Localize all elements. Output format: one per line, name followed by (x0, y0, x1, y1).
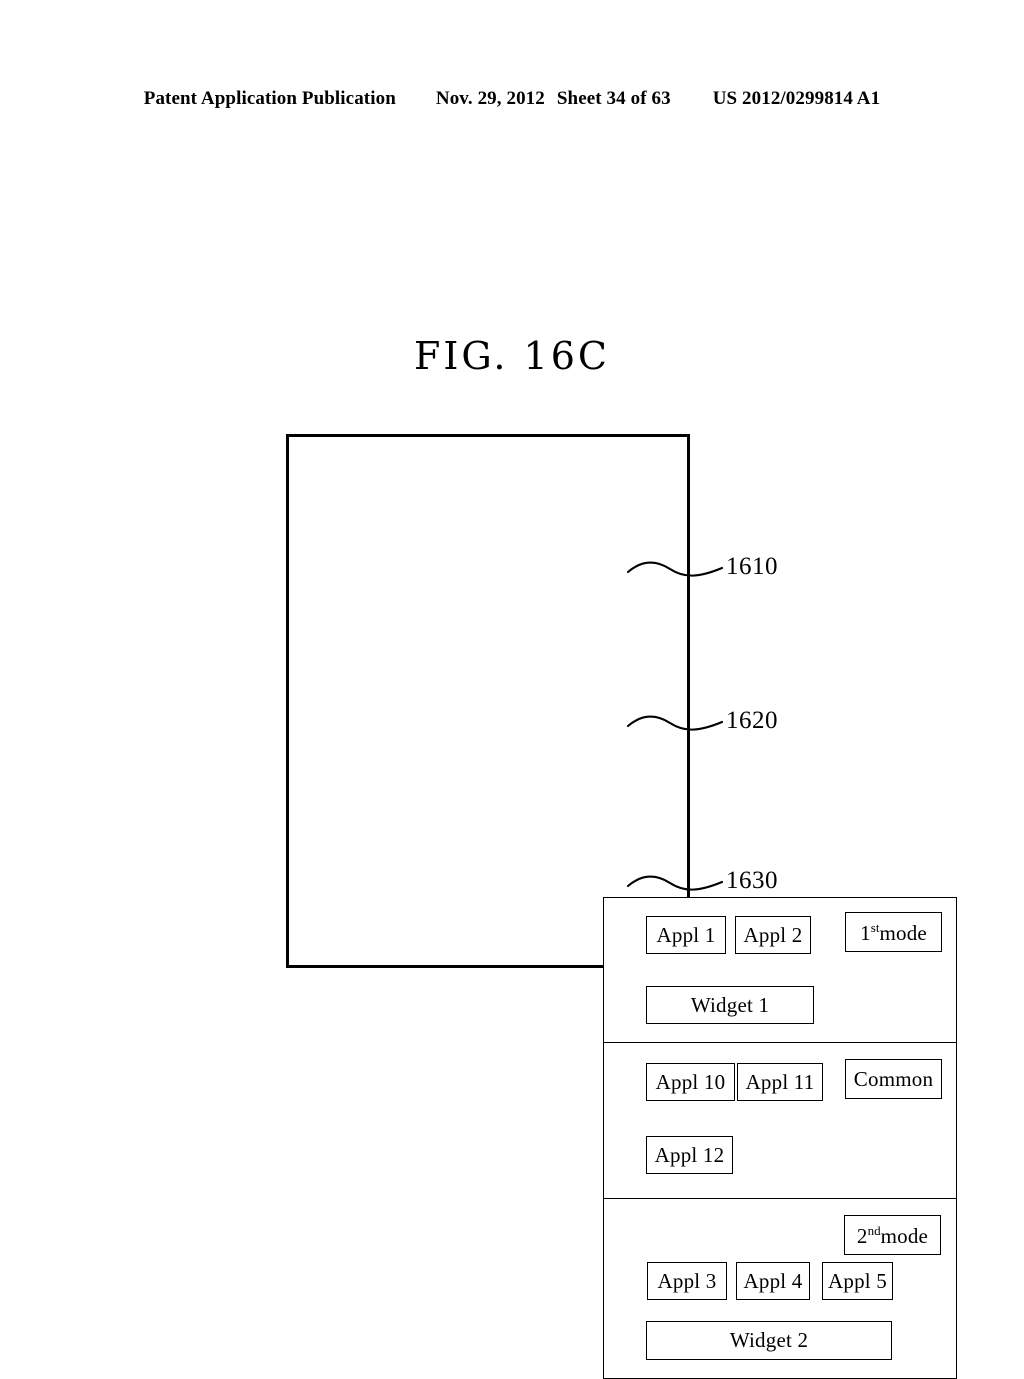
diagram-section-first-mode: Appl 1 Appl 2 1stmode Widget 1 (604, 898, 956, 1042)
diagram-outer-frame: Appl 1 Appl 2 1stmode Widget 1 Appl 10 A… (286, 434, 957, 1379)
reference-numeral-1630: 1630 (726, 867, 778, 894)
mode-label-box-common: Common (845, 1059, 942, 1099)
reference-numeral-1610: 1610 (726, 553, 778, 580)
mode-ordinal-suffix-second: nd (867, 1222, 881, 1238)
mode-ordinal-number-first: 1 (860, 920, 871, 945)
header-sheet-number: Sheet 34 of 63 (556, 88, 671, 109)
mode-ordinal-number-second: 2 (856, 1223, 868, 1248)
reference-numeral-1620: 1620 (726, 707, 778, 734)
header-document-number: US 2012/0299814 A1 (712, 88, 881, 109)
diagram-section-second-mode: 2ndmode Appl 3 Appl 4 Appl 5 Widget 2 (604, 1198, 956, 1378)
figure-title: FIG. 16C (414, 334, 610, 378)
page-header: Patent Application Publication Nov. 29, … (0, 88, 1024, 110)
mode-label-box-first: 1stmode (845, 912, 942, 952)
header-publication-date: Nov. 29, 2012 (435, 88, 545, 109)
app-box-appl-11[interactable]: Appl 11 (737, 1063, 823, 1101)
mode-label-text-first: 1stmode (860, 920, 927, 945)
header-publication-title: Patent Application Publication (143, 88, 396, 109)
app-box-appl-3[interactable]: Appl 3 (647, 1262, 727, 1300)
mode-word-first: mode (879, 920, 927, 945)
app-box-appl-4[interactable]: Appl 4 (736, 1262, 810, 1300)
diagram-inner-frame: Appl 1 Appl 2 1stmode Widget 1 Appl 10 A… (603, 897, 957, 1379)
app-box-appl-5[interactable]: Appl 5 (822, 1262, 893, 1300)
mode-label-text-second: 2ndmode (856, 1222, 929, 1248)
mode-label-box-second: 2ndmode (844, 1215, 941, 1255)
widget-box-widget-1[interactable]: Widget 1 (646, 986, 814, 1024)
app-box-appl-1[interactable]: Appl 1 (646, 916, 726, 954)
app-box-appl-2[interactable]: Appl 2 (735, 916, 811, 954)
diagram-section-common: Appl 10 Appl 11 Common Appl 12 (604, 1042, 956, 1198)
app-box-appl-10[interactable]: Appl 10 (646, 1063, 735, 1101)
app-box-appl-12[interactable]: Appl 12 (646, 1136, 733, 1174)
widget-box-widget-2[interactable]: Widget 2 (646, 1321, 892, 1360)
mode-word-second: mode (880, 1223, 929, 1248)
